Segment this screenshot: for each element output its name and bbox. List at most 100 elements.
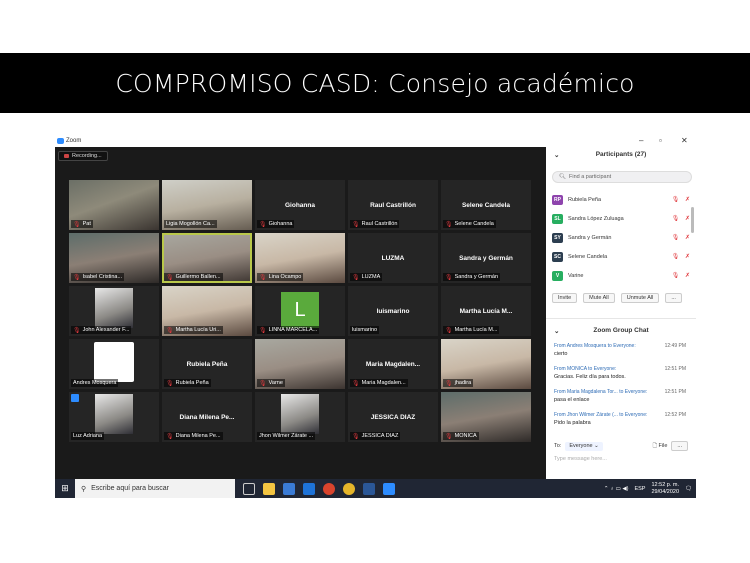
participant-tile[interactable]: luismarino luismarino xyxy=(348,286,438,336)
chat-header: ⌄ Zoom Group Chat xyxy=(546,318,696,335)
mute-all-button[interactable]: Mute All xyxy=(583,293,615,303)
participant-tile[interactable]: Andres Mosquera xyxy=(69,339,159,389)
recipient-select[interactable]: Everyone ⌄ xyxy=(565,441,603,451)
minimize-button[interactable]: – xyxy=(639,136,643,145)
participant-tile[interactable]: Giohanna 🎙︎ Giohanna xyxy=(255,180,345,230)
participant-name-label: 🎙︎ MONICA xyxy=(443,432,479,440)
participant-name: John Alexander F... xyxy=(82,327,130,333)
media-icon[interactable] xyxy=(323,482,335,495)
store-icon[interactable] xyxy=(283,482,295,495)
side-panel: ⌄ Participants (27) 🔍︎ Find a participan… xyxy=(546,147,696,479)
title-bar: Zoom – ▫ ✕ xyxy=(55,135,696,147)
participant-tile[interactable]: 🎙︎ Varne xyxy=(255,339,345,389)
participant-tile[interactable]: JESSICA DIAZ 🎙︎ JESSICA DIAZ xyxy=(348,392,438,442)
word-icon[interactable] xyxy=(363,482,375,495)
participant-name-label: 🎙︎ Guillermo Ballen... xyxy=(164,273,223,281)
participant-tile[interactable]: 🎙︎ Isabel Cristina... xyxy=(69,233,159,283)
participant-tile[interactable]: 🎙︎ jhadira xyxy=(441,339,531,389)
file-button[interactable]: 🗋 File xyxy=(653,442,668,451)
participant-name-label: 🎙︎ Martha Lucía Uri... xyxy=(164,326,223,334)
clock[interactable]: 12:52 p. m. 29/04/2020 xyxy=(651,482,679,496)
notifications-icon[interactable]: 🗨 xyxy=(685,486,692,492)
participant-tile[interactable]: Rubiela Peña 🎙︎ Rubiela Peña xyxy=(162,339,252,389)
maximize-button[interactable]: ▫ xyxy=(659,136,662,145)
chevron-down-icon[interactable]: ⌄ xyxy=(554,327,559,335)
language-indicator[interactable]: ESP xyxy=(634,486,645,492)
participant-tile[interactable]: Martha Lucía M... 🎙︎ Martha Lucía M... xyxy=(441,286,531,336)
participant-name-label: 🎙︎ LINNA MARCELA... xyxy=(257,326,320,334)
participant-search-input[interactable]: 🔍︎ Find a participant xyxy=(552,171,692,183)
recipient-value: Everyone xyxy=(569,443,593,449)
zoom-window: Zoom – ▫ ✕ Recording... 🎙︎ Pat Ligia Mogol… xyxy=(55,135,696,498)
windows-start-icon[interactable]: ⊞ xyxy=(55,483,75,494)
chat-more-button[interactable]: ... xyxy=(671,441,688,451)
participant-row[interactable]: V Varine 🎙︎ ✗ xyxy=(552,266,692,285)
more-button[interactable]: ... xyxy=(665,293,682,303)
participant-tile[interactable]: Ligia Mogollón Ca... xyxy=(162,180,252,230)
muted-mic-icon: 🎙︎ xyxy=(352,433,360,440)
chat-message-time: 12:51 PM xyxy=(664,389,686,395)
participant-row[interactable]: SC Selene Candela 🎙︎ ✗ xyxy=(552,247,692,266)
participant-tile[interactable]: Jhon Wilmer Zárate ... xyxy=(255,392,345,442)
mic-video-status-icon: 🎙︎ ✗ xyxy=(671,235,692,241)
participant-tile[interactable]: Diana Milena Pe... 🎙︎ Diana Milena Pe... xyxy=(162,392,252,442)
taskbar-search-input[interactable]: ⚲ Escribe aquí para buscar xyxy=(75,479,235,498)
participant-name: Rubiela Peña xyxy=(568,196,602,203)
participant-tile[interactable]: 🎙︎ Guillermo Ballen... xyxy=(162,233,252,283)
participant-name: Rubiela Peña xyxy=(175,380,209,386)
participant-name-label: 🎙︎ Isabel Cristina... xyxy=(71,273,125,281)
recording-indicator[interactable]: Recording... xyxy=(58,151,108,161)
mail-icon[interactable] xyxy=(303,482,315,495)
file-explorer-icon[interactable] xyxy=(263,482,275,495)
invite-button[interactable]: Invite xyxy=(552,293,578,303)
chevron-down-icon[interactable]: ⌄ xyxy=(554,151,559,159)
participant-tile[interactable]: Raul Castrillón 🎙︎ Raul Castrillón xyxy=(348,180,438,230)
participant-row[interactable]: RP Rubiela Peña 🎙︎ ✗ xyxy=(552,190,692,209)
participant-tile[interactable]: 🎙︎ MONICA xyxy=(441,392,531,442)
participant-name: MONICA xyxy=(454,433,477,439)
tray-icons[interactable]: ⌃ ♁ ▭ ◀) xyxy=(604,486,629,492)
participant-tile[interactable]: 🎙︎ Lina Ocampo xyxy=(255,233,345,283)
participant-row[interactable]: SY Sandra y Germán 🎙︎ ✗ xyxy=(552,228,692,247)
participant-tile[interactable]: Sandra y Germán 🎙︎ Sandra y Germán xyxy=(441,233,531,283)
participant-name: LUZMA xyxy=(361,274,381,280)
muted-mic-icon: 🎙︎ xyxy=(259,380,267,387)
participant-name: Martha Lucía M... xyxy=(454,327,498,333)
participant-tile[interactable]: Selene Candela 🎙︎ Selene Candela xyxy=(441,180,531,230)
participant-tile[interactable]: 🎙︎ Martha Lucía Uri... xyxy=(162,286,252,336)
participant-tile[interactable]: Maria Magdalen... 🎙︎ Maria Magdalen... xyxy=(348,339,438,389)
participant-tile[interactable]: 🎙︎ John Alexander F... xyxy=(69,286,159,336)
participant-name: Varine xyxy=(568,272,584,279)
participant-name-label: 🎙︎ Raul Castrillón xyxy=(350,220,400,228)
participant-name: JESSICA DIAZ xyxy=(361,433,399,439)
chat-message-input[interactable]: Type message here... xyxy=(554,456,607,462)
participant-tile[interactable]: LUZMA 🎙︎ LUZMA xyxy=(348,233,438,283)
unmute-all-button[interactable]: Unmute All xyxy=(620,293,660,303)
to-label: To: xyxy=(554,443,562,449)
chrome-icon[interactable] xyxy=(343,482,355,495)
participant-name-label: 🎙︎ Martha Lucía M... xyxy=(443,326,500,334)
zoom-taskbar-icon[interactable] xyxy=(383,482,395,495)
participants-header: ⌄ Participants (27) xyxy=(546,151,696,159)
participant-scrollbar[interactable] xyxy=(691,207,694,233)
chat-message: From Andres Mosquera to Everyone: 12:49 P… xyxy=(554,343,686,366)
chat-message: From Maria Magdalena Tor... to Everyone:… xyxy=(554,389,686,412)
chat-message-time: 12:52 PM xyxy=(664,412,686,418)
participant-search-placeholder: Find a participant xyxy=(568,174,612,180)
participant-tile[interactable]: Luz Adriana xyxy=(69,392,159,442)
task-view-icon[interactable] xyxy=(243,482,255,495)
close-button[interactable]: ✕ xyxy=(681,136,688,145)
participant-name-label: 🎙︎ John Alexander F... xyxy=(71,326,132,334)
participant-tile[interactable]: L 🎙︎ LINNA MARCELA... xyxy=(255,286,345,336)
participant-name-label: Andres Mosquera xyxy=(71,379,119,387)
participant-name: luismarino xyxy=(352,327,378,333)
participant-name: LINNA MARCELA... xyxy=(268,327,318,333)
avatar: SY xyxy=(552,232,563,243)
participant-row[interactable]: SL Sandra López Zuluaga 🎙︎ ✗ xyxy=(552,209,692,228)
muted-mic-icon: 🎙︎ xyxy=(352,380,360,387)
participant-name-label: Jhon Wilmer Zárate ... xyxy=(257,432,316,440)
participant-name: Ligia Mogollón Ca... xyxy=(166,221,215,227)
slide-title: COMPROMISO CASD: Consejo académico xyxy=(0,53,750,113)
muted-mic-icon: 🎙︎ xyxy=(259,274,267,281)
participant-tile[interactable]: 🎙︎ Pat xyxy=(69,180,159,230)
